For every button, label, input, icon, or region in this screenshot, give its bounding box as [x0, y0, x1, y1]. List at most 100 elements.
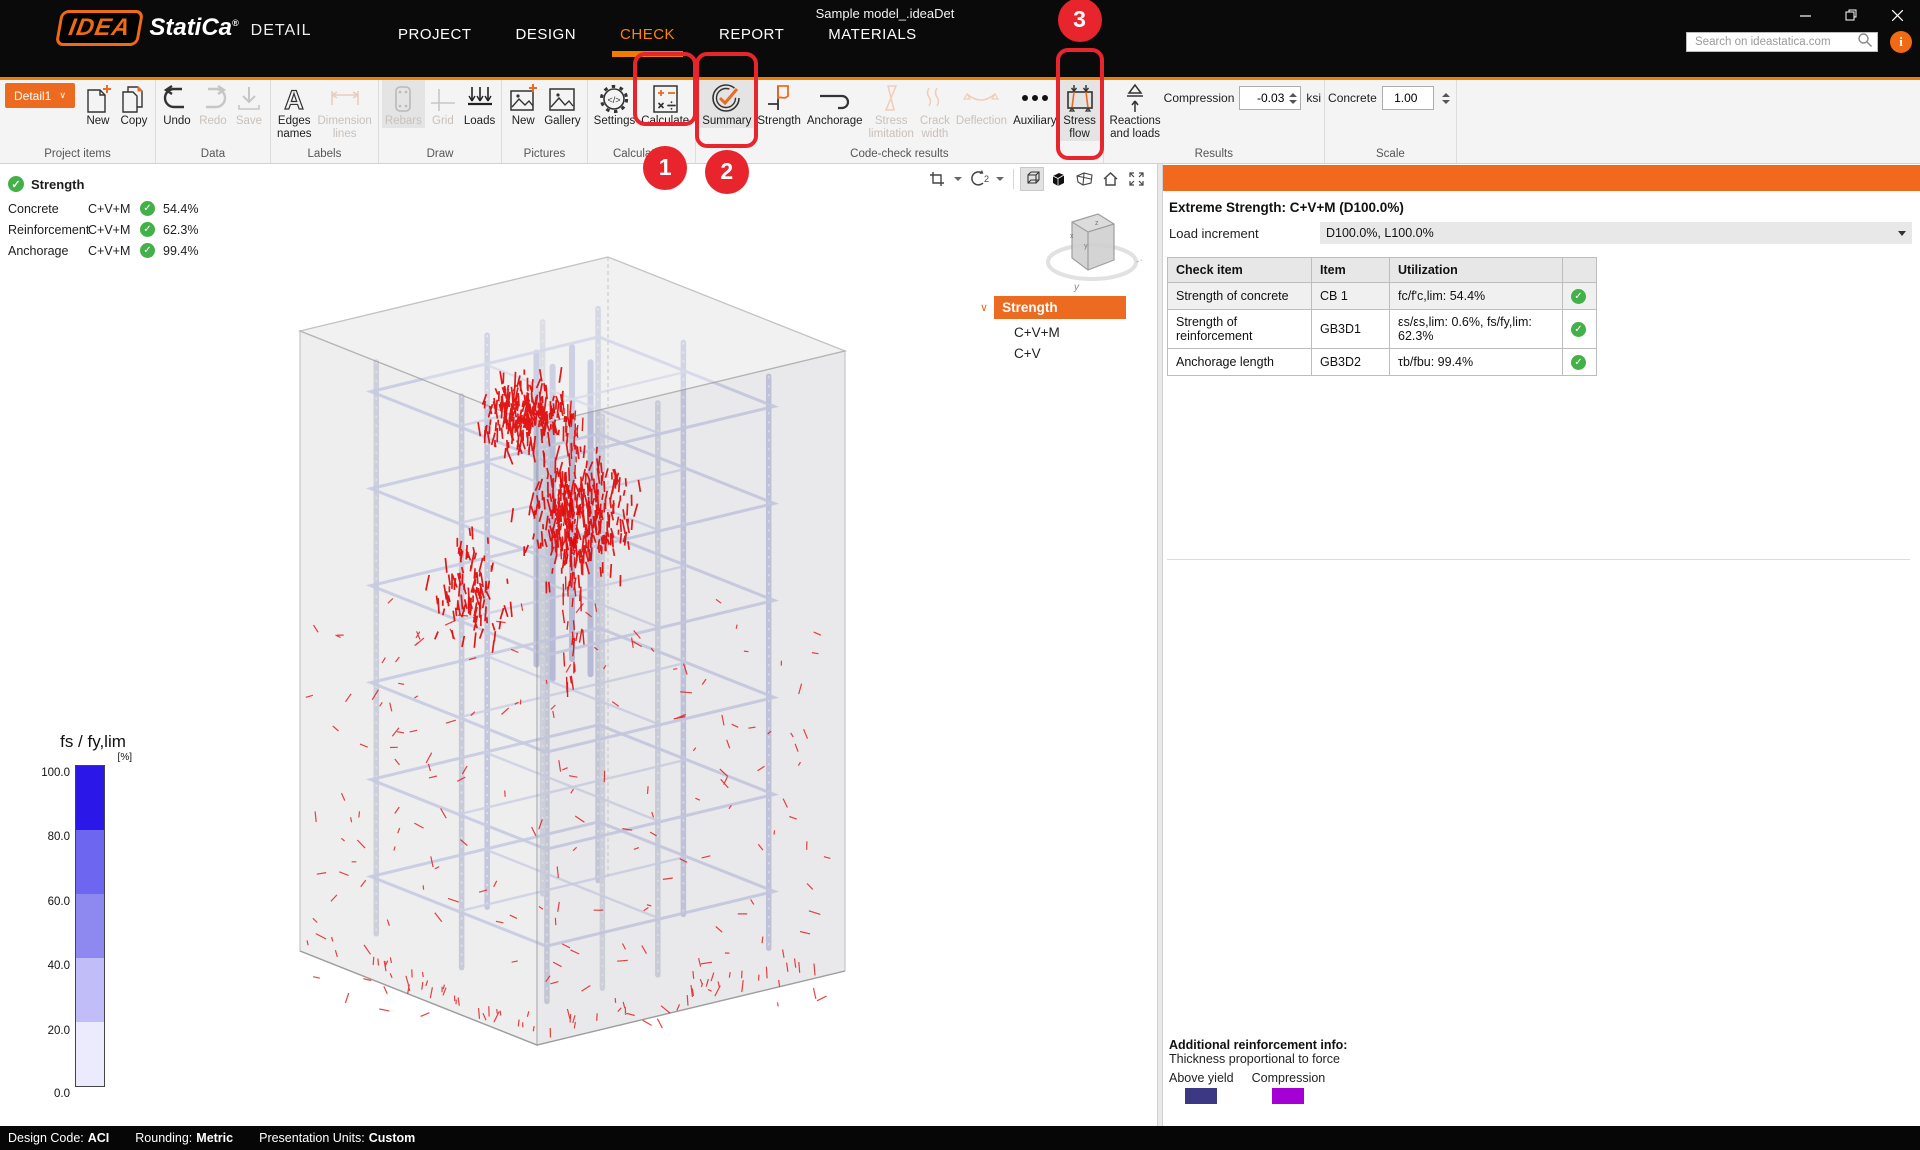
- group-data: Undo Redo Save Data: [156, 80, 271, 163]
- settings-button[interactable]: </> Settings: [591, 80, 639, 128]
- crack-width-button[interactable]: Crack width: [917, 80, 953, 141]
- stress-limitation-button[interactable]: Stress limitation: [866, 80, 917, 141]
- home-view-button[interactable]: [1098, 167, 1122, 191]
- additional-info-title: Additional reinforcement info:: [1169, 1038, 1347, 1052]
- tab-project[interactable]: PROJECT: [398, 26, 472, 57]
- crop-view-button[interactable]: [925, 167, 949, 191]
- loads-button[interactable]: Loads: [461, 80, 498, 128]
- maximize-button[interactable]: [1828, 0, 1874, 30]
- stress-flow-button[interactable]: Stress flow 3: [1060, 80, 1100, 141]
- new-project-item-button[interactable]: New: [80, 80, 116, 128]
- calculate-button[interactable]: Calculate 1: [638, 80, 692, 128]
- project-item-combo[interactable]: Detail1 ∨: [5, 83, 75, 108]
- group-project-items: Detail1 ∨ New Copy Project items: [0, 80, 156, 163]
- svg-text:2: 2: [984, 174, 989, 184]
- copy-project-item-button[interactable]: Copy: [116, 80, 152, 128]
- idea-statica-detail-window: IDEA StatiCa® DETAIL Sample model_.ideaD…: [0, 0, 1920, 1150]
- rotate-view-button[interactable]: 2: [967, 167, 991, 191]
- gallery-button[interactable]: Gallery: [541, 80, 583, 128]
- table-row[interactable]: Strength of concrete CB 1 fc/f'c,lim: 54…: [1168, 283, 1597, 310]
- compression-input-box: [1239, 86, 1301, 110]
- chevron-down-icon[interactable]: ∨: [980, 301, 988, 314]
- undo-icon: [162, 82, 192, 115]
- compression-input[interactable]: [1240, 91, 1286, 105]
- anchorage-button[interactable]: Anchorage: [804, 80, 866, 128]
- new-picture-icon: [508, 82, 538, 115]
- auxiliary-button[interactable]: Auxiliary: [1010, 80, 1059, 128]
- summary-row-anchorage: Anchorage C+V+M 99.4%: [8, 240, 198, 261]
- spinner-icon[interactable]: [1286, 93, 1300, 104]
- result-tree: ∨ Strength C+V+M C+V: [980, 296, 1126, 361]
- rebars-button[interactable]: Rebars: [382, 80, 425, 128]
- dimension-lines-button[interactable]: Dimension lines: [314, 80, 374, 141]
- close-button[interactable]: [1874, 0, 1920, 30]
- tree-item-strength[interactable]: Strength: [994, 296, 1126, 319]
- tree-item-cvm[interactable]: C+V+M: [980, 319, 1126, 340]
- check-pass-icon: [140, 201, 155, 216]
- group-label: Code-check results: [699, 147, 1099, 163]
- tree-item-cv[interactable]: C+V: [980, 340, 1126, 361]
- search-box: [1686, 32, 1878, 52]
- group-draw: Rebars Grid Loads Draw: [379, 80, 502, 163]
- legend-above-yield: Above yield: [1169, 1071, 1234, 1104]
- wireframe-view-button[interactable]: [1020, 167, 1044, 191]
- solid-view-button[interactable]: [1046, 167, 1070, 191]
- strength-button[interactable]: Strength: [754, 80, 803, 128]
- grid-button[interactable]: Grid: [425, 80, 461, 128]
- spinner-icon[interactable]: [1439, 93, 1453, 104]
- deflection-button[interactable]: Deflection: [953, 80, 1010, 128]
- concrete-scale-input[interactable]: [1383, 91, 1429, 105]
- chevron-down-icon[interactable]: [954, 177, 962, 181]
- compression-label: Compression: [1164, 91, 1235, 105]
- legend-segment: [76, 958, 104, 1022]
- group-results: Reactions and loads Compression ksi Resu…: [1104, 80, 1326, 163]
- anchorage-icon: [818, 82, 852, 115]
- load-increment-dropdown[interactable]: D100.0%, L100.0%: [1320, 222, 1912, 244]
- new-picture-button[interactable]: New: [505, 80, 541, 128]
- idea-logo-icon: IDEA: [55, 10, 145, 46]
- group-label: Labels: [274, 147, 375, 163]
- zoom-fit-button[interactable]: [1124, 167, 1148, 191]
- summary-title: Strength: [31, 177, 84, 192]
- viewport-toolbar: 2: [925, 167, 1148, 191]
- undo-button[interactable]: Undo: [159, 80, 195, 128]
- tab-check[interactable]: CHECK: [620, 26, 675, 57]
- search-icon[interactable]: [1857, 32, 1877, 53]
- concrete-scale-row: Concrete: [1328, 86, 1453, 110]
- stress-limitation-icon: [878, 82, 904, 115]
- edges-names-button[interactable]: A Edges names: [274, 80, 315, 141]
- group-label: Data: [159, 147, 267, 163]
- minimize-button[interactable]: [1782, 0, 1828, 30]
- reactions-and-loads-button[interactable]: Reactions and loads: [1107, 80, 1164, 141]
- loads-icon: [465, 82, 495, 115]
- redo-button[interactable]: Redo: [195, 80, 231, 128]
- group-pictures: New Gallery Pictures: [502, 80, 587, 163]
- extreme-title: Extreme Strength: C+V+M (D100.0%): [1169, 200, 1404, 215]
- svg-text:</>: </>: [608, 95, 621, 105]
- tab-materials[interactable]: MATERIALS: [828, 26, 916, 57]
- summary-button[interactable]: Summary 2: [699, 80, 754, 128]
- tab-design[interactable]: DESIGN: [516, 26, 577, 57]
- table-header-row: Check item Item Utilization: [1168, 258, 1597, 283]
- group-label: Draw: [382, 147, 498, 163]
- copy-icon: [120, 82, 148, 115]
- chevron-down-icon[interactable]: [996, 177, 1004, 181]
- check-pass-icon: [140, 243, 155, 258]
- search-input[interactable]: [1687, 36, 1857, 48]
- save-button[interactable]: Save: [231, 80, 267, 128]
- table-row[interactable]: Anchorage length GB3D2 τb/fbu: 99.4%: [1168, 349, 1597, 376]
- strength-icon: [764, 82, 794, 115]
- navigation-cube[interactable]: z y x y: [1040, 198, 1144, 299]
- section-view-button[interactable]: [1072, 167, 1096, 191]
- check-pass-icon: [1571, 289, 1586, 304]
- section-cut-icon: [1075, 171, 1094, 187]
- compression-swatch: [1272, 1088, 1304, 1104]
- tab-report[interactable]: REPORT: [719, 26, 784, 57]
- group-scale: Concrete Scale: [1325, 80, 1457, 163]
- above-yield-swatch: [1185, 1088, 1217, 1104]
- table-row[interactable]: Strength of reinforcement GB3D1 εs/εs,li…: [1168, 310, 1597, 349]
- check-pass-icon: [8, 176, 24, 192]
- rounding-status: Rounding:Metric: [135, 1131, 233, 1145]
- info-icon[interactable]: i: [1890, 31, 1912, 53]
- legend-segment: [76, 1022, 104, 1086]
